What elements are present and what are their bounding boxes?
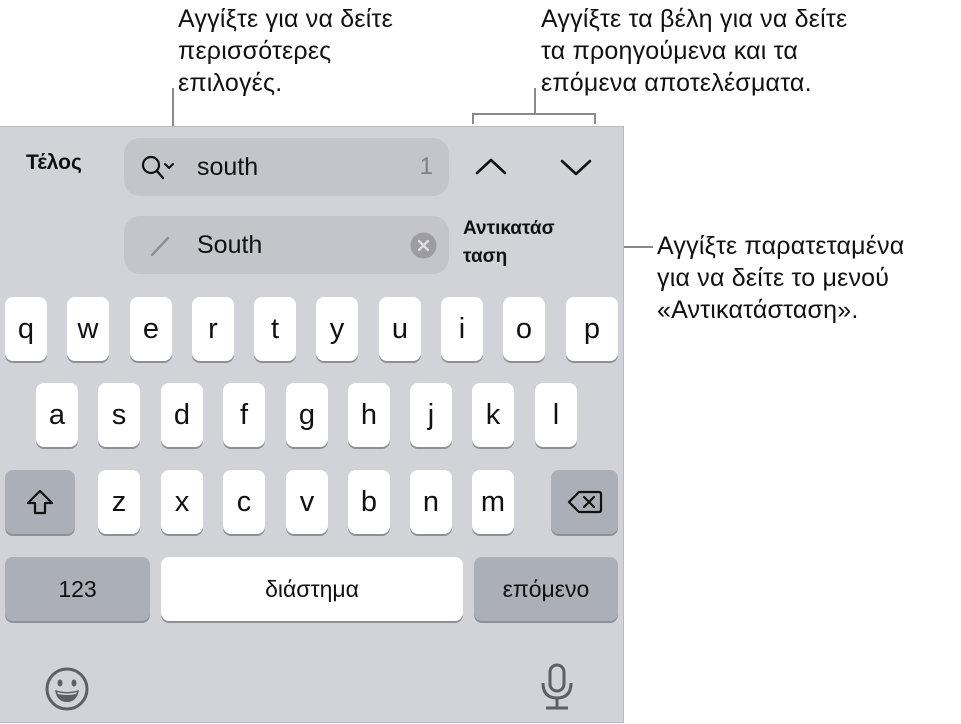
key-d[interactable]: d bbox=[161, 383, 203, 447]
callout-search-options: Αγγίξτε για να δείτε περισσότερες επιλογ… bbox=[178, 3, 393, 99]
callout-bracket bbox=[472, 113, 596, 115]
callout-line: για να δείτε το μενού bbox=[657, 264, 890, 292]
microphone-icon[interactable] bbox=[540, 663, 574, 711]
delete-backspace-icon bbox=[567, 488, 603, 516]
delete-key[interactable] bbox=[551, 470, 618, 534]
callout-leader-arrows bbox=[534, 88, 536, 115]
done-button[interactable]: Τέλος bbox=[26, 151, 82, 175]
key-x[interactable]: x bbox=[161, 470, 203, 534]
key-g[interactable]: g bbox=[286, 383, 328, 447]
key-r[interactable]: r bbox=[192, 297, 234, 361]
key-l[interactable]: l bbox=[535, 383, 577, 447]
key-w[interactable]: w bbox=[67, 297, 109, 361]
key-a[interactable]: a bbox=[36, 383, 78, 447]
shift-arrow-icon bbox=[25, 487, 55, 517]
key-j[interactable]: j bbox=[410, 383, 452, 447]
key-p[interactable]: p bbox=[566, 297, 618, 361]
key-u[interactable]: u bbox=[379, 297, 421, 361]
key-v[interactable]: v bbox=[286, 470, 328, 534]
callout-line: Αγγίξτε για να δείτε bbox=[178, 5, 393, 33]
chevron-down-icon[interactable] bbox=[559, 157, 593, 179]
emoji-smiley-icon[interactable] bbox=[44, 666, 90, 712]
callout-line: τα προηγούμενα και τα bbox=[541, 37, 799, 65]
replace-field[interactable]: South bbox=[124, 216, 449, 274]
callout-replace: Αγγίξτε παρατεταμένα για να δείτε το μεν… bbox=[657, 230, 904, 326]
replace-button-line: ταση bbox=[463, 246, 508, 267]
callout-line: περισσότερες bbox=[178, 37, 332, 65]
callout-line: «Αντικατάσταση». bbox=[657, 296, 859, 324]
key-c[interactable]: c bbox=[223, 470, 265, 534]
key-n[interactable]: n bbox=[410, 470, 452, 534]
chevron-up-icon[interactable] bbox=[474, 155, 508, 177]
key-k[interactable]: k bbox=[472, 383, 514, 447]
callout-line: Αγγίξτε τα βέλη για να δείτε bbox=[541, 5, 848, 33]
key-b[interactable]: b bbox=[348, 470, 390, 534]
search-field[interactable]: south 1 bbox=[124, 138, 449, 196]
space-key[interactable]: διάστημα bbox=[161, 557, 463, 621]
callout-line: επόμενα αποτελέσματα. bbox=[541, 69, 812, 97]
keyboard-panel: Τέλος south 1 South Αντικατάσ ταση q w e… bbox=[0, 126, 624, 723]
key-h[interactable]: h bbox=[348, 383, 390, 447]
key-y[interactable]: y bbox=[316, 297, 358, 361]
callout-arrows: Αγγίξτε τα βέλη για να δείτε τα προηγούμ… bbox=[541, 3, 847, 99]
key-o[interactable]: o bbox=[503, 297, 545, 361]
magnifier-with-chevron-icon[interactable] bbox=[140, 154, 176, 182]
match-count: 1 bbox=[419, 153, 433, 180]
numbers-key[interactable]: 123 bbox=[5, 557, 150, 621]
pencil-icon bbox=[148, 233, 174, 259]
callout-bracket-right bbox=[594, 113, 596, 124]
key-f[interactable]: f bbox=[223, 383, 265, 447]
key-i[interactable]: i bbox=[441, 297, 483, 361]
key-q[interactable]: q bbox=[5, 297, 47, 361]
callout-line: Αγγίξτε παρατεταμένα bbox=[657, 232, 905, 260]
callout-line: επιλογές. bbox=[178, 69, 283, 97]
shift-key[interactable] bbox=[5, 470, 75, 534]
return-key[interactable]: επόμενο bbox=[474, 557, 618, 621]
replace-button-line: Αντικατάσ bbox=[463, 218, 555, 239]
key-m[interactable]: m bbox=[472, 470, 514, 534]
key-z[interactable]: z bbox=[98, 470, 140, 534]
callout-bracket-left bbox=[472, 113, 474, 124]
replace-input[interactable]: South bbox=[197, 231, 262, 260]
key-t[interactable]: t bbox=[254, 297, 296, 361]
key-s[interactable]: s bbox=[98, 383, 140, 447]
replace-button[interactable]: Αντικατάσ ταση bbox=[463, 215, 555, 271]
key-e[interactable]: e bbox=[130, 297, 172, 361]
search-input[interactable]: south bbox=[197, 153, 258, 182]
clear-x-icon[interactable] bbox=[410, 232, 437, 259]
